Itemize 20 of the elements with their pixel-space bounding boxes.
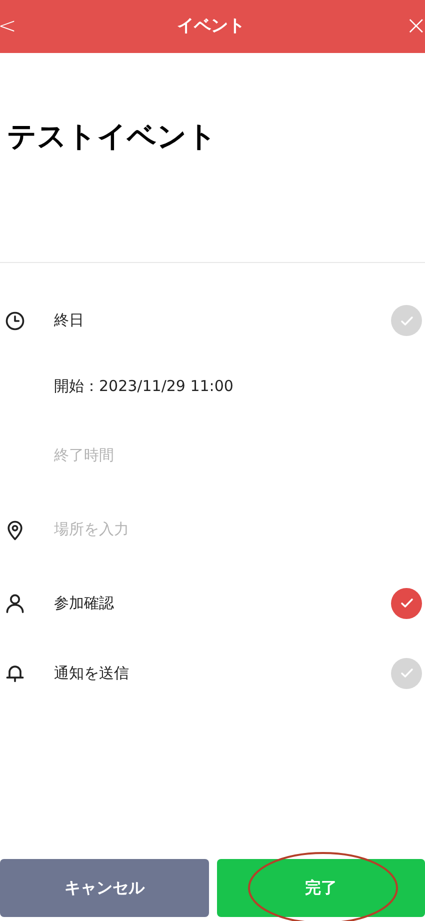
header-title: イベント xyxy=(176,14,245,38)
checkmark-icon xyxy=(400,596,414,610)
check-toggle[interactable] xyxy=(391,658,422,688)
clock-icon xyxy=(4,310,26,332)
check-toggle[interactable] xyxy=(391,588,422,618)
event-title: テストイベント xyxy=(7,118,217,155)
end-time-field[interactable]: 終了時間 xyxy=(54,444,254,467)
start-time[interactable]: 開始：2023/11/29 11:00 xyxy=(54,377,234,396)
check-toggle[interactable] xyxy=(391,305,422,336)
cancel-button[interactable]: キャンセル xyxy=(0,859,208,917)
close-button[interactable]: × xyxy=(405,7,425,46)
back-button[interactable]: < xyxy=(0,10,16,43)
checkmark-icon xyxy=(400,666,414,680)
attendance-label: 参加確認 xyxy=(54,594,114,612)
notify-label: 通知を送信 xyxy=(54,664,129,682)
done-button[interactable]: 完了 xyxy=(216,859,425,917)
location-field[interactable]: 場所を入力 xyxy=(54,518,254,541)
person-icon xyxy=(4,592,26,614)
checkmark-icon xyxy=(400,314,414,328)
all-day-label: 終日 xyxy=(54,311,84,330)
